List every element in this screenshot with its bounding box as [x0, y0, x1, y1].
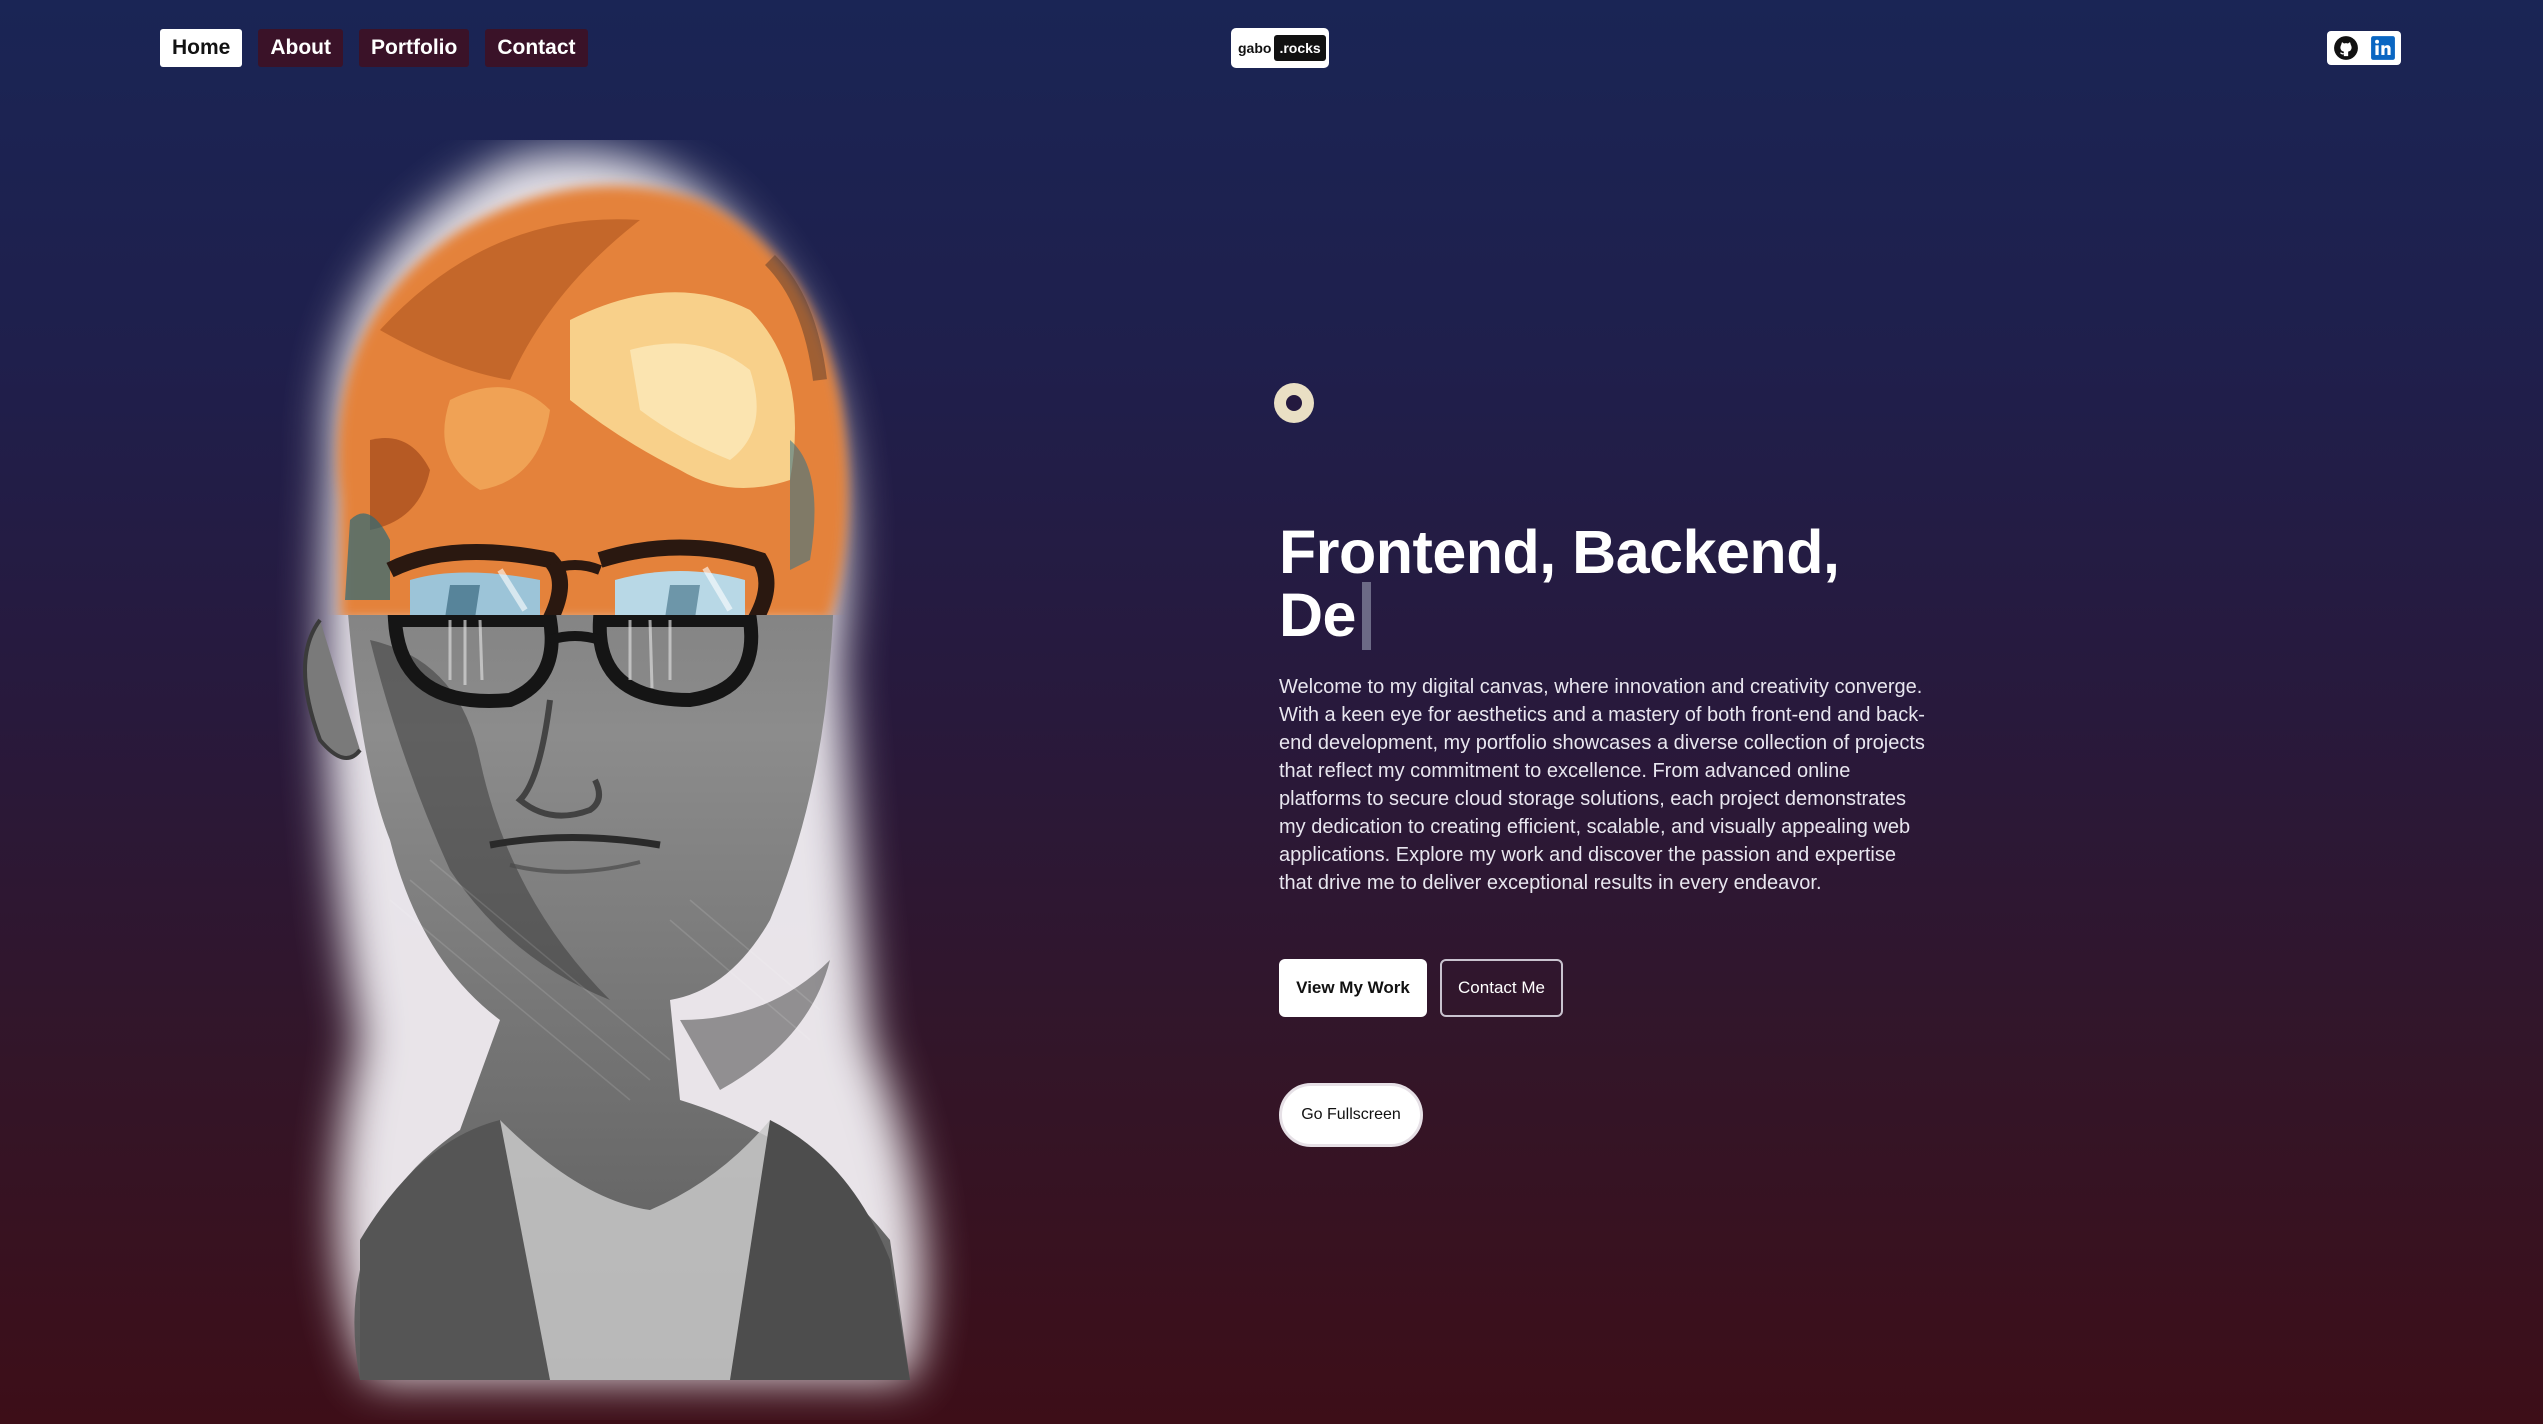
- hero-headline: Frontend, Backend, De: [1279, 522, 1979, 650]
- main-nav: Home About Portfolio Contact: [160, 29, 588, 67]
- typing-caret: [1361, 582, 1371, 650]
- hero-intro: Welcome to my digital canvas, where inno…: [1279, 676, 1925, 894]
- go-fullscreen-button[interactable]: Go Fullscreen: [1279, 1083, 1423, 1147]
- nav-home[interactable]: Home: [160, 29, 243, 67]
- nav-portfolio[interactable]: Portfolio: [359, 29, 470, 67]
- logo-text-gabo: gabo: [1238, 40, 1272, 56]
- contact-me-button[interactable]: Contact Me: [1440, 959, 1563, 1017]
- social-links: [2327, 31, 2401, 65]
- site-logo[interactable]: gabo .rocks: [1231, 28, 1329, 68]
- loader-ring-icon: [1274, 383, 1314, 423]
- nav-about[interactable]: About: [258, 29, 344, 67]
- headline-line-2: De: [1279, 581, 1356, 649]
- view-my-work-button[interactable]: View My Work: [1279, 959, 1427, 1017]
- headline-line-1: Frontend, Backend,: [1279, 518, 1840, 586]
- nav-contact[interactable]: Contact: [485, 29, 588, 67]
- linkedin-icon[interactable]: [2369, 34, 2397, 62]
- github-icon[interactable]: [2332, 34, 2360, 62]
- portrait-image: [250, 140, 1050, 1420]
- logo-text-rocks: .rocks: [1274, 35, 1326, 61]
